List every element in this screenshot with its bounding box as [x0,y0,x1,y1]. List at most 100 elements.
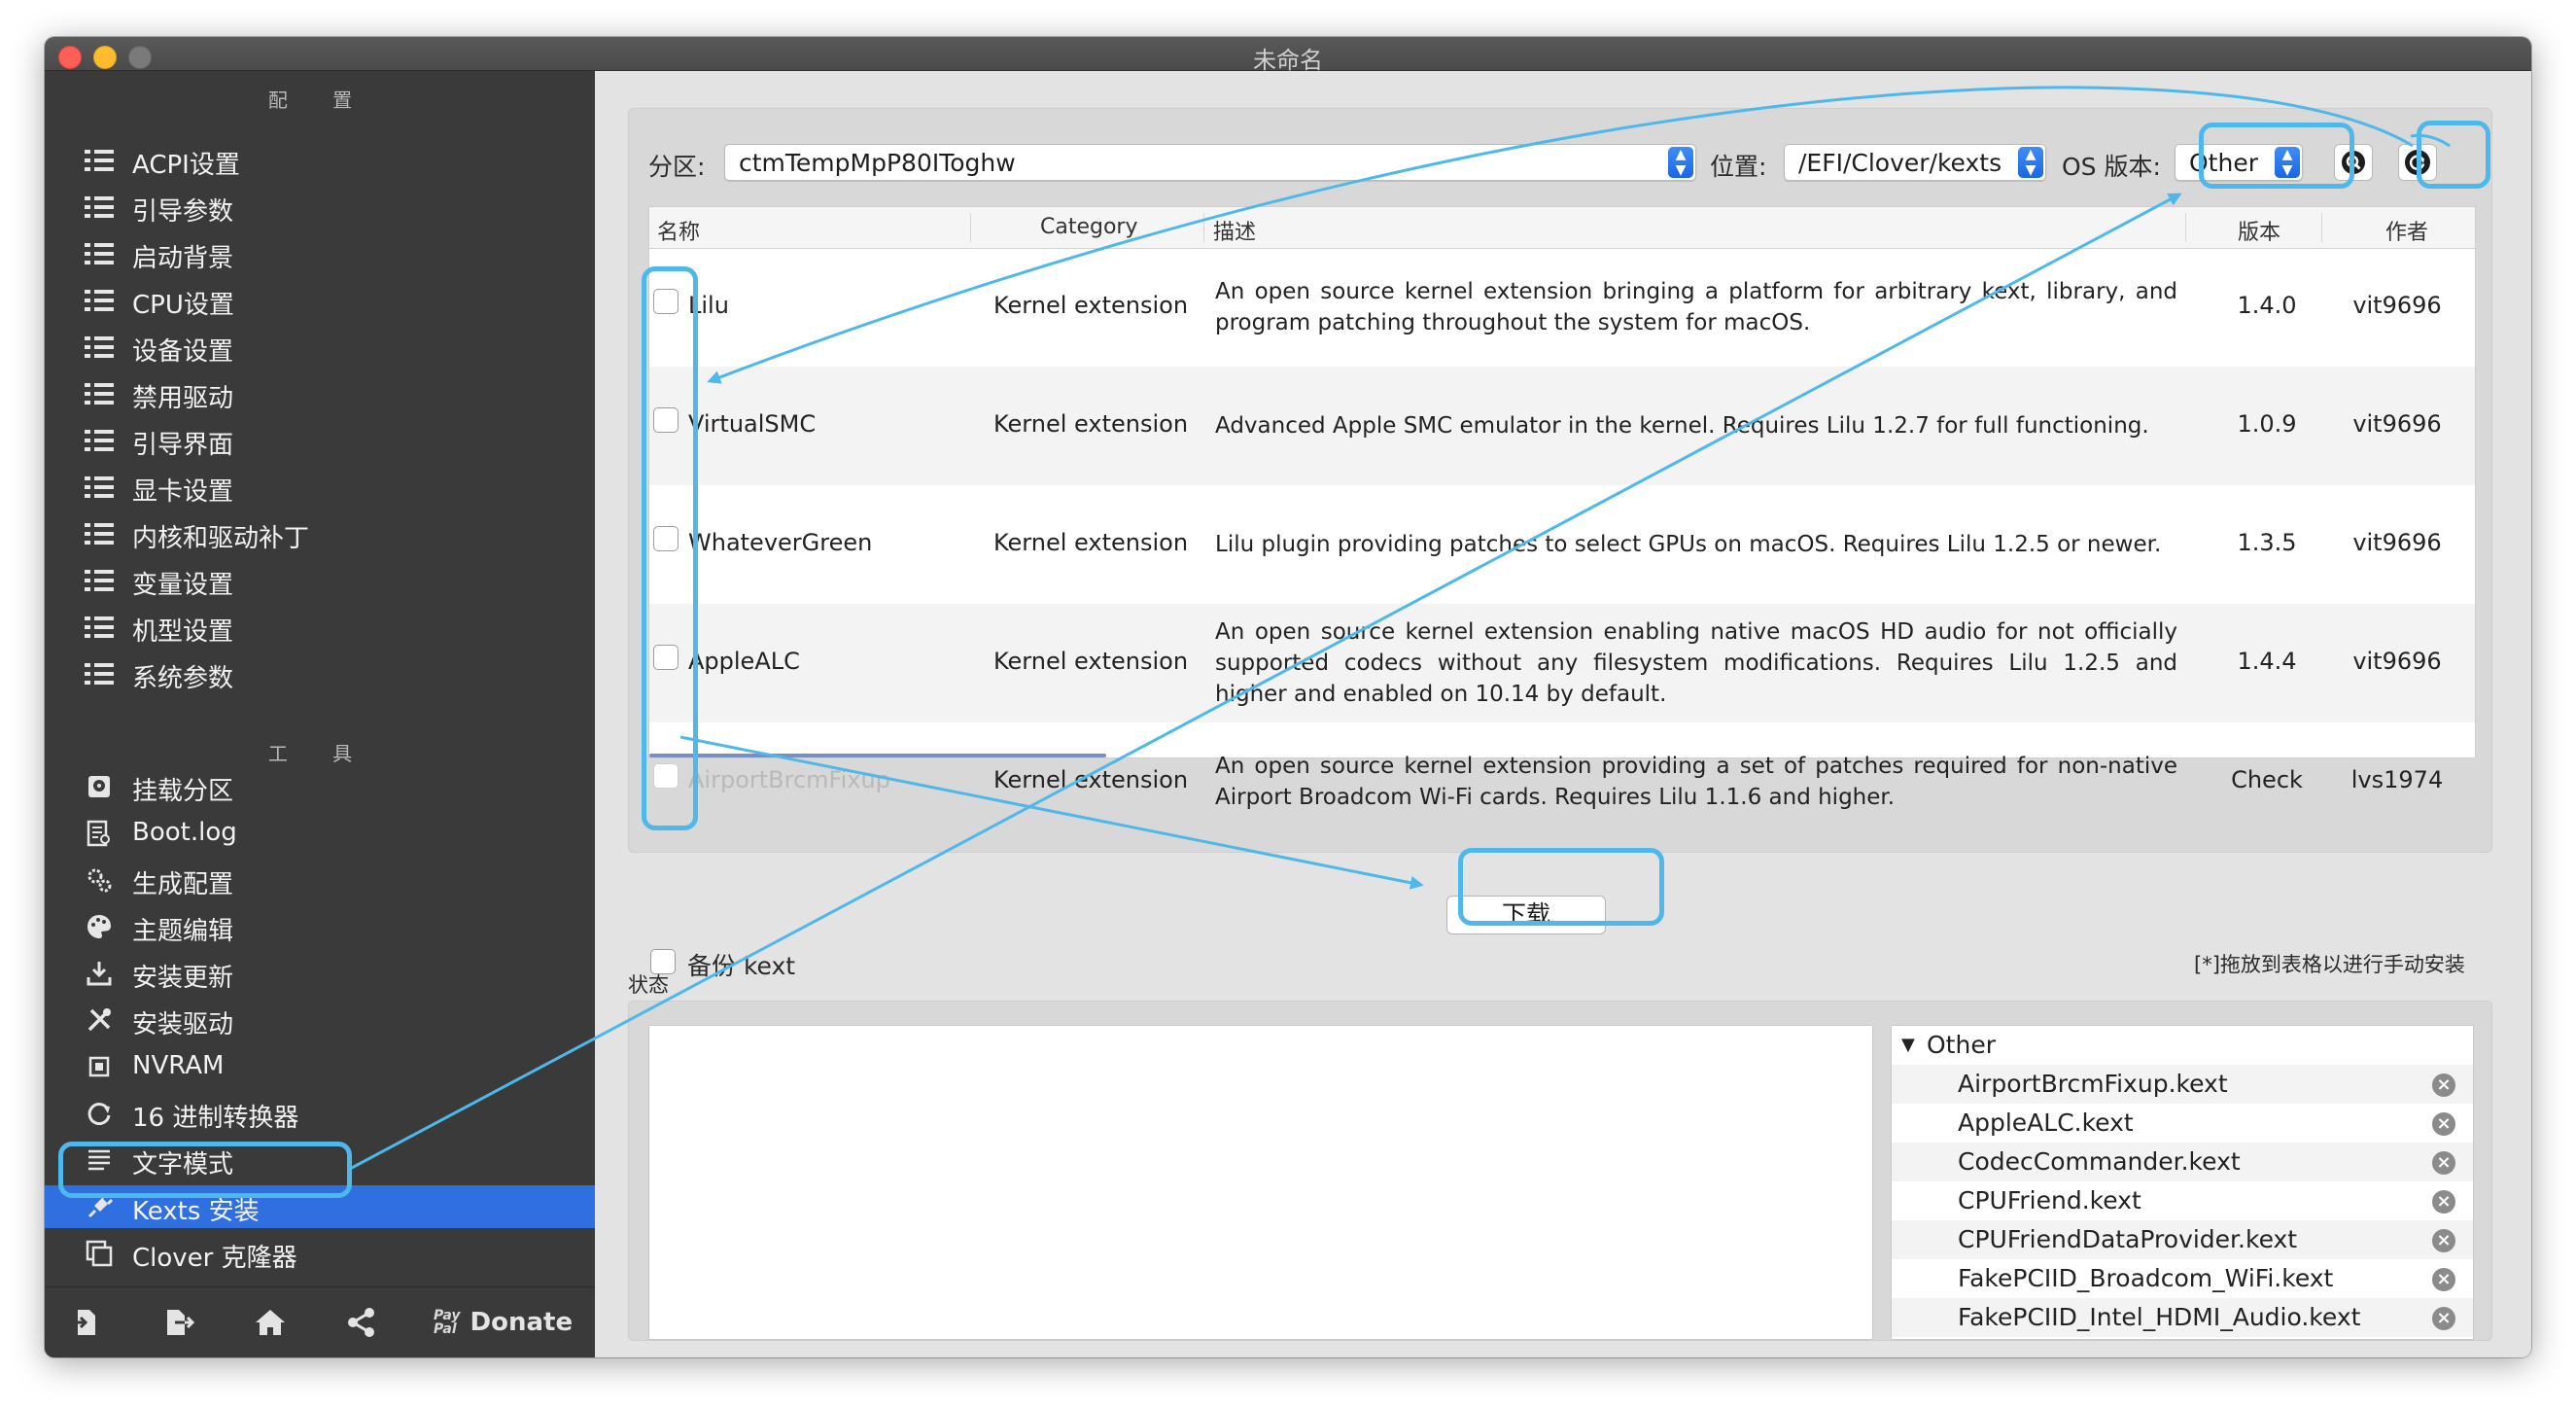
installed-kext-item[interactable]: CPUFriendDataProvider.kext × [1892,1220,2473,1259]
partition-value: ctmTempMpP80IToghw [739,149,1016,177]
remove-icon[interactable]: × [2432,1268,2455,1291]
table-row[interactable]: VirtualSMC Kernel extension Advanced Apple… [649,367,2475,485]
installed-kext-name: CPUFriendDataProvider.kext [1958,1225,2298,1253]
kexts-table[interactable]: 名称 Category 描述 版本 作者 Lilu Kernel extensio… [648,206,2476,810]
kext-author: vit9696 [2352,292,2442,319]
window-title: 未命名 [1253,47,1323,74]
remove-icon[interactable]: × [2432,1307,2455,1330]
column-header-author[interactable]: 作者 [2385,215,2428,246]
sidebar-item-生成配置[interactable]: 生成配置 [45,859,595,901]
column-header-category[interactable]: Category [1040,215,1138,239]
sidebar-item-label: 引导参数 [132,197,234,227]
table-header: 名称 Category 描述 版本 作者 [649,207,2475,249]
home-icon[interactable] [253,1305,288,1340]
annotation-highlight-checkboxes [642,266,698,830]
tree-group-label: Other [1927,1031,1996,1059]
table-row[interactable]: AirportBrcmFixup Kernel extension An open … [649,722,2475,841]
installed-kext-item[interactable]: AirportBrcmFixup.kext × [1892,1065,2473,1104]
kext-name: AirportBrcmFixup [688,766,890,793]
kext-description: Lilu plugin providing patches to select … [1215,532,2162,557]
annotation-highlight-os-version [2199,123,2354,189]
sidebar-item-label: 设备设置 [132,337,234,367]
column-header-name[interactable]: 名称 [657,215,700,246]
installed-kext-item[interactable]: FakePCIID_Broadcom_WiFi.kext × [1892,1259,2473,1298]
kext-version: Check [2231,766,2303,793]
remove-icon[interactable]: × [2432,1229,2455,1252]
kext-author: vit9696 [2352,529,2442,556]
list-icon [84,334,115,361]
tree-group-other[interactable]: ▼ Other [1892,1026,2473,1065]
installed-kext-item[interactable]: FakePCIID_Intel_HDMI_Audio.kext × [1892,1298,2473,1337]
installed-kexts-list[interactable]: ▼ Other AirportBrcmFixup.kext × AppleALC.k… [1891,1025,2474,1340]
location-select[interactable]: /EFI/Clover/kexts ▲ ▼ [1784,144,2046,181]
sidebar-item-clover-克隆器[interactable]: Clover 克隆器 [45,1232,595,1275]
sidebar-item-内核和驱动补丁[interactable]: 内核和驱动补丁 [45,512,595,555]
main-content: 分区: ctmTempMpP80IToghw ▲ ▼ 位置: /EFI/Clove… [595,71,2531,1357]
sidebar-item-boot-log[interactable]: Boot.log [45,812,595,855]
sidebar-item-启动背景[interactable]: 启动背景 [45,232,595,275]
import-icon[interactable] [68,1305,103,1340]
installed-kext-name: AirportBrcmFixup.kext [1958,1070,2228,1098]
sidebar-item-label: 挂载分区 [132,777,234,806]
sidebar-item-设备设置[interactable]: 设备设置 [45,326,595,369]
sidebar-item-16-进制转换器[interactable]: 16 进制转换器 [45,1092,595,1135]
kext-category: Kernel extension [993,648,1189,675]
status-panel: ▼ Other AirportBrcmFixup.kext × AppleALC.k… [628,1001,2492,1341]
sidebar-item-label: 主题编辑 [132,917,234,946]
kext-version: 1.4.4 [2237,648,2297,675]
app-window: 未命名 配 置 ACPI设置 引导参数 启动背景 CPU设置 设备设置 禁用驱动 引导界面显… [45,37,2531,1357]
kext-author: vit9696 [2352,410,2442,438]
sidebar-item-机型设置[interactable]: 机型设置 [45,606,595,649]
donate-label: Donate [470,1308,574,1337]
column-header-version[interactable]: 版本 [2238,215,2280,246]
chevron-updown-icon: ▲ ▼ [1668,147,1693,178]
table-row[interactable]: Lilu Kernel extension An open source kerne… [649,248,2475,367]
share-icon[interactable] [344,1305,379,1340]
sidebar-bottom-bar: Pay Pal Donate [45,1286,595,1357]
partition-select[interactable]: ctmTempMpP80IToghw ▲ ▼ [724,144,1696,181]
sidebar-item-label: 内核和驱动补丁 [132,524,310,553]
remove-icon[interactable]: × [2432,1112,2455,1136]
title-bar: 未命名 [45,37,2531,74]
disclosure-triangle-icon[interactable]: ▼ [1901,1026,1915,1065]
sidebar-item-nvram[interactable]: NVRAM [45,1045,595,1088]
sidebar-item-label: NVRAM [132,1051,225,1080]
sidebar-item-label: Boot.log [132,818,237,847]
remove-icon[interactable]: × [2432,1190,2455,1214]
sidebar-item-主题编辑[interactable]: 主题编辑 [45,905,595,948]
installed-kext-item[interactable]: AppleALC.kext × [1892,1104,2473,1143]
status-log[interactable] [648,1025,1873,1340]
installed-kext-item[interactable]: CodecCommander.kext × [1892,1143,2473,1181]
list-icon [84,474,115,501]
log-icon [84,820,115,847]
remove-icon[interactable]: × [2432,1074,2455,1097]
sidebar-item-显卡设置[interactable]: 显卡设置 [45,466,595,509]
list-icon [84,380,115,407]
installed-kext-item[interactable]: CPUFriend.kext × [1892,1181,2473,1220]
sidebar-item-禁用驱动[interactable]: 禁用驱动 [45,372,595,415]
horizontal-scroll-indicator[interactable] [649,754,1106,757]
gears-icon [84,866,115,894]
sidebar-item-label: CPU设置 [132,291,234,320]
kext-description: An open source kernel extension enabling… [1215,619,2177,707]
clone-icon [84,1240,115,1267]
sidebar-item-引导参数[interactable]: 引导参数 [45,186,595,229]
sidebar-item-安装更新[interactable]: 安装更新 [45,952,595,995]
kext-version: 1.4.0 [2237,292,2297,319]
sidebar-item-系统参数[interactable]: 系统参数 [45,652,595,695]
table-row[interactable]: AppleALC Kernel extension An open source k… [649,604,2475,722]
table-row[interactable]: WhateverGreen Kernel extension Lilu plugin… [649,485,2475,604]
sidebar-item-cpu设置[interactable]: CPU设置 [45,279,595,322]
sidebar-item-引导界面[interactable]: 引导界面 [45,419,595,462]
installed-kext-name: FakePCIID_Intel_HDMI_Audio.kext [1958,1303,2361,1331]
list-icon [84,660,115,687]
sidebar-item-安装驱动[interactable]: 安装驱动 [45,999,595,1041]
column-header-description[interactable]: 描述 [1213,215,1256,246]
export-icon[interactable] [161,1305,196,1340]
remove-icon[interactable]: × [2432,1151,2455,1175]
donate-button[interactable]: Pay Pal Donate [434,1305,573,1340]
download-icon [84,960,115,987]
sidebar-item-acpi设置[interactable]: ACPI设置 [45,139,595,182]
sidebar-item-挂载分区[interactable]: 挂载分区 [45,765,595,808]
sidebar-item-变量设置[interactable]: 变量设置 [45,559,595,602]
